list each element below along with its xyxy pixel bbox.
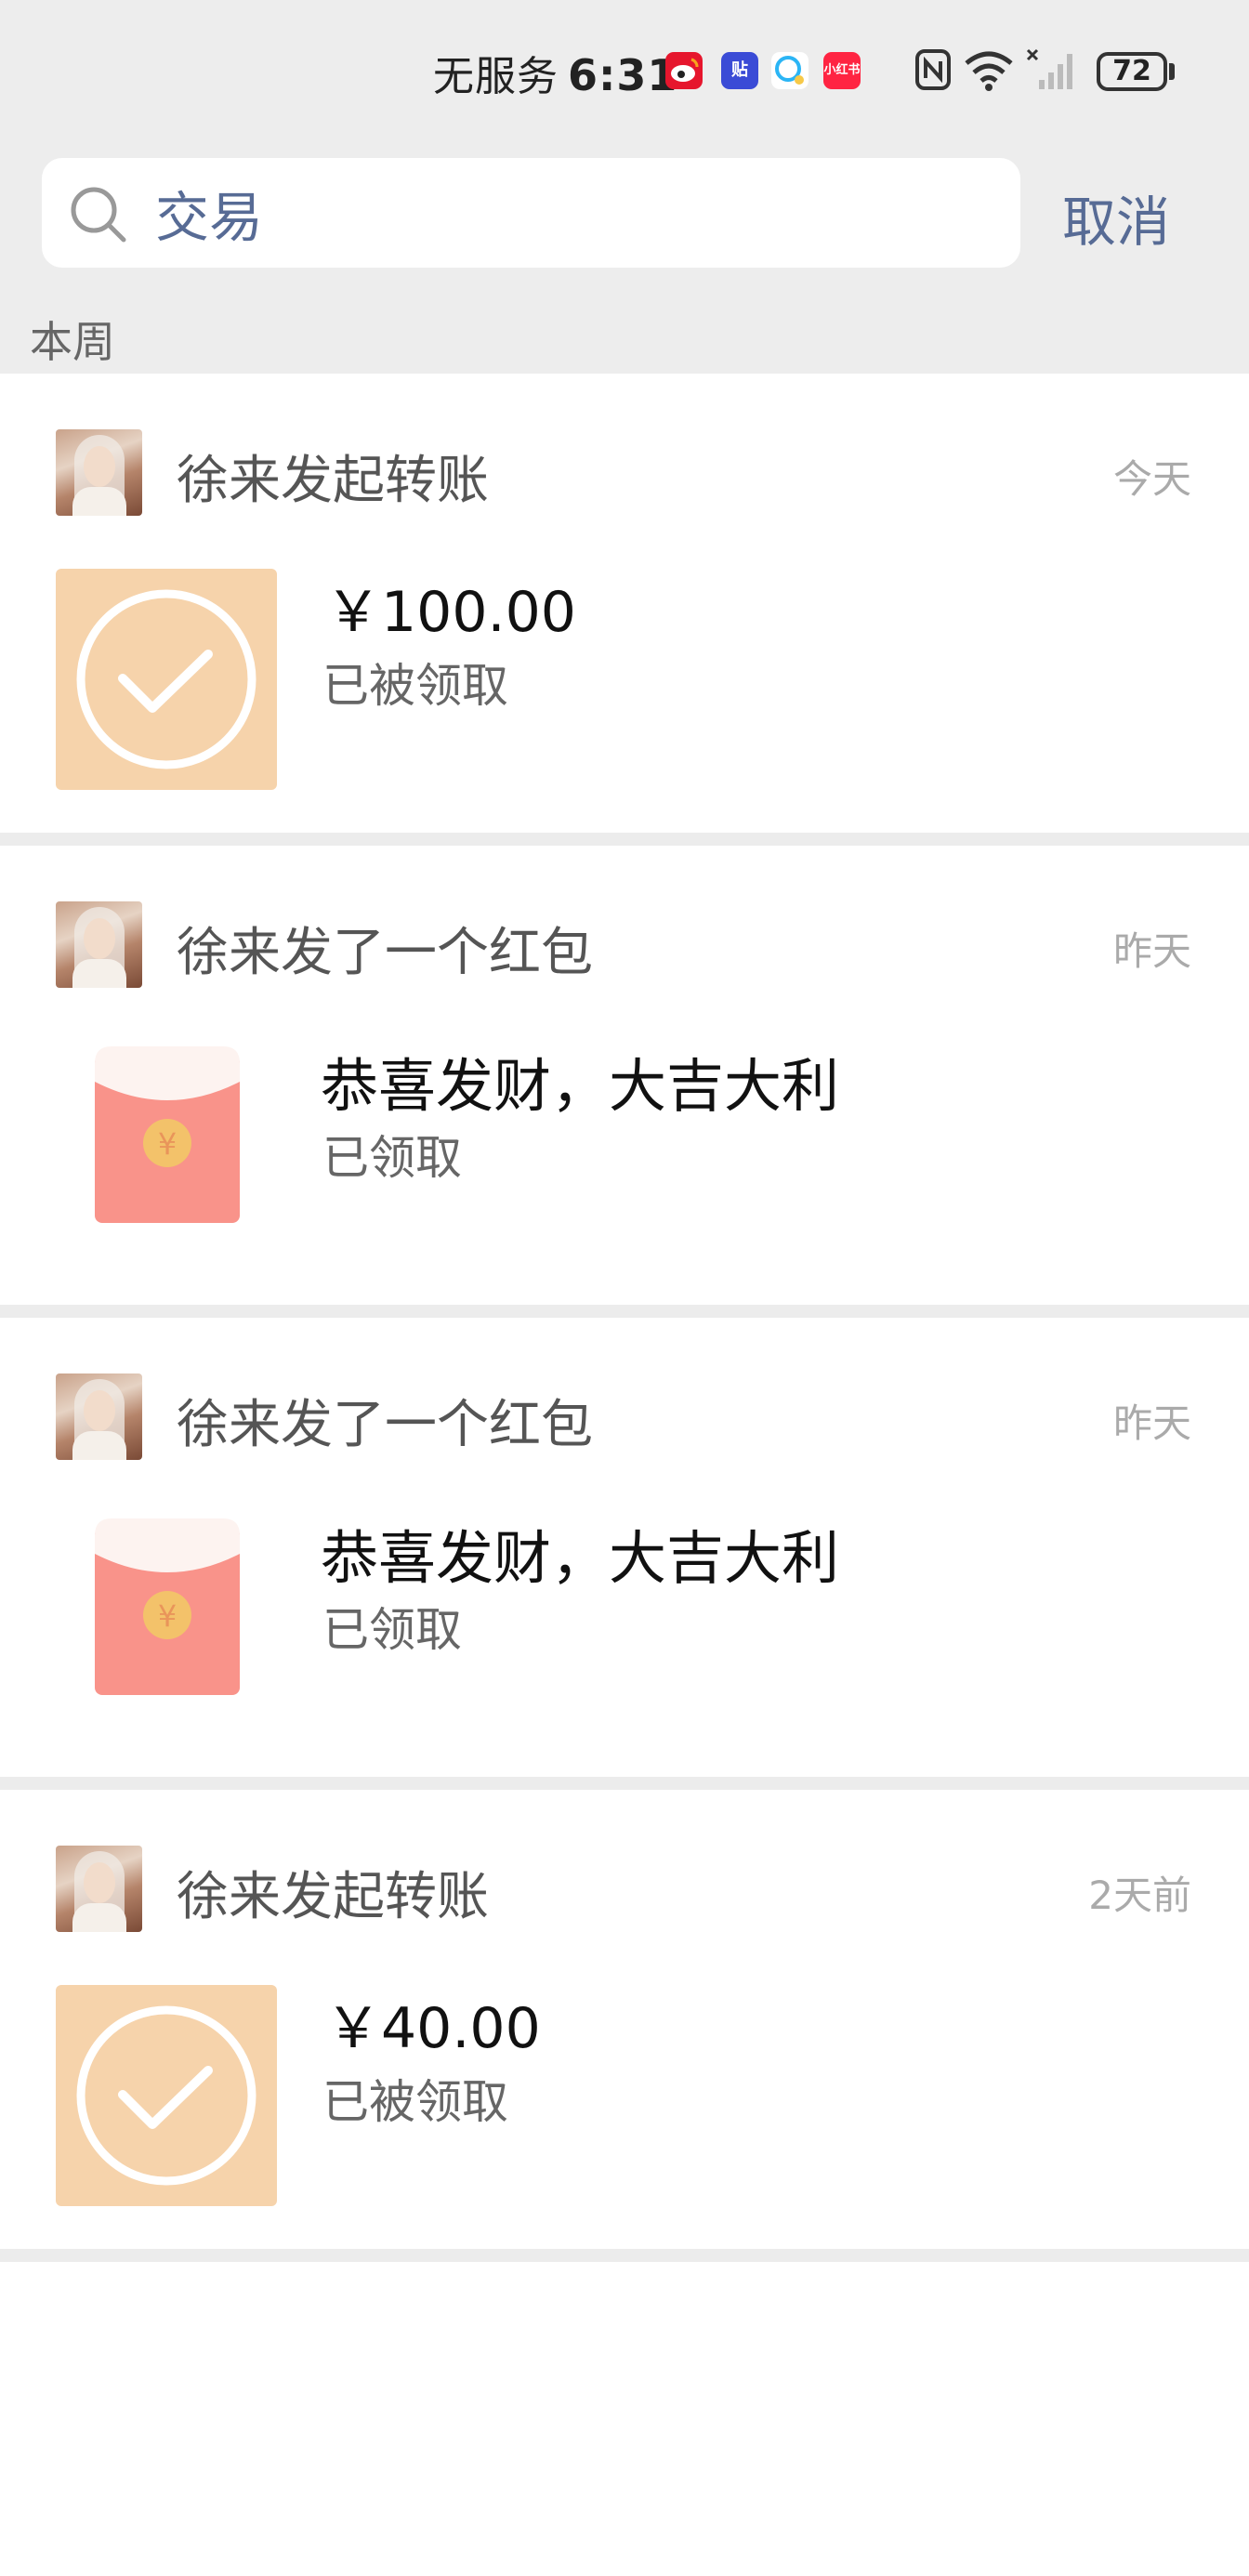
avatar[interactable] bbox=[56, 1846, 142, 1932]
red-packet-icon: ¥ bbox=[93, 1513, 242, 1702]
list-item[interactable]: 徐来发了一个红包 昨天 ¥ 恭喜发财，大吉大利 已领取 bbox=[0, 1318, 1249, 1790]
item-time: 2天前 bbox=[1088, 1873, 1191, 1918]
red-packet-greeting: 恭喜发财，大吉大利 bbox=[321, 1052, 840, 1120]
red-packet-icon: ¥ bbox=[93, 1041, 242, 1230]
svg-text:¥: ¥ bbox=[158, 1598, 177, 1634]
list-item[interactable]: 徐来发了一个红包 昨天 ¥ 恭喜发财，大吉大利 已领取 bbox=[0, 846, 1249, 1318]
item-status: 已被领取 bbox=[322, 2075, 508, 2129]
xiaohongshu-icon: 小红书 bbox=[823, 52, 861, 89]
red-packet-greeting: 恭喜发财，大吉大利 bbox=[321, 1524, 840, 1592]
list-item[interactable]: 徐来发起转账 2天前 ￥40.00 已被领取 bbox=[0, 1790, 1249, 2262]
transfer-amount: ￥40.00 bbox=[325, 1996, 541, 2061]
carrier-label: 无服务 bbox=[433, 53, 559, 100]
svg-text:¥: ¥ bbox=[158, 1126, 177, 1162]
search-icon bbox=[68, 184, 129, 249]
item-time: 今天 bbox=[1112, 456, 1191, 502]
qq-icon bbox=[771, 52, 809, 89]
cancel-button[interactable]: 取消 bbox=[1062, 178, 1170, 256]
weibo-icon bbox=[665, 52, 703, 89]
item-title: 徐来发了一个红包 bbox=[177, 1395, 593, 1455]
item-title: 徐来发起转账 bbox=[177, 451, 489, 511]
avatar[interactable] bbox=[56, 901, 142, 988]
list-item[interactable]: 徐来发起转账 今天 ￥100.00 已被领取 bbox=[0, 374, 1249, 846]
item-status: 已领取 bbox=[322, 1603, 462, 1657]
transfer-check-icon bbox=[56, 1985, 277, 2206]
avatar[interactable] bbox=[56, 1373, 142, 1460]
wifi-icon bbox=[963, 50, 1015, 95]
transfer-amount: ￥100.00 bbox=[325, 580, 576, 645]
search-input[interactable] bbox=[155, 178, 973, 247]
transaction-list: 徐来发起转账 今天 ￥100.00 已被领取 徐来发了一个红包 昨天 ¥ 恭喜发… bbox=[0, 374, 1249, 2262]
item-time: 昨天 bbox=[1112, 928, 1191, 974]
top-area: 无服务6:31 贴 小红书 72 取消 本周 bbox=[0, 0, 1249, 374]
section-label-this-week: 本周 bbox=[30, 317, 115, 367]
item-status: 已领取 bbox=[322, 1131, 462, 1185]
item-title: 徐来发起转账 bbox=[177, 1867, 489, 1927]
clock: 6:31 bbox=[568, 50, 678, 100]
transfer-check-icon bbox=[56, 569, 277, 790]
item-status: 已被领取 bbox=[322, 659, 508, 713]
avatar[interactable] bbox=[56, 429, 142, 516]
nfc-icon bbox=[914, 48, 952, 95]
status-bar: 无服务 6:31 贴 小红书 72 bbox=[0, 0, 1249, 149]
status-carrier-time: 无服务 6:31 bbox=[433, 43, 677, 102]
item-time: 昨天 bbox=[1112, 1400, 1191, 1446]
battery-tip bbox=[1169, 63, 1175, 80]
no-signal-icon bbox=[1026, 48, 1082, 95]
tieba-icon: 贴 bbox=[721, 52, 758, 89]
battery-indicator: 72 bbox=[1097, 52, 1167, 91]
item-title: 徐来发了一个红包 bbox=[177, 923, 593, 983]
search-box[interactable] bbox=[42, 158, 1020, 268]
